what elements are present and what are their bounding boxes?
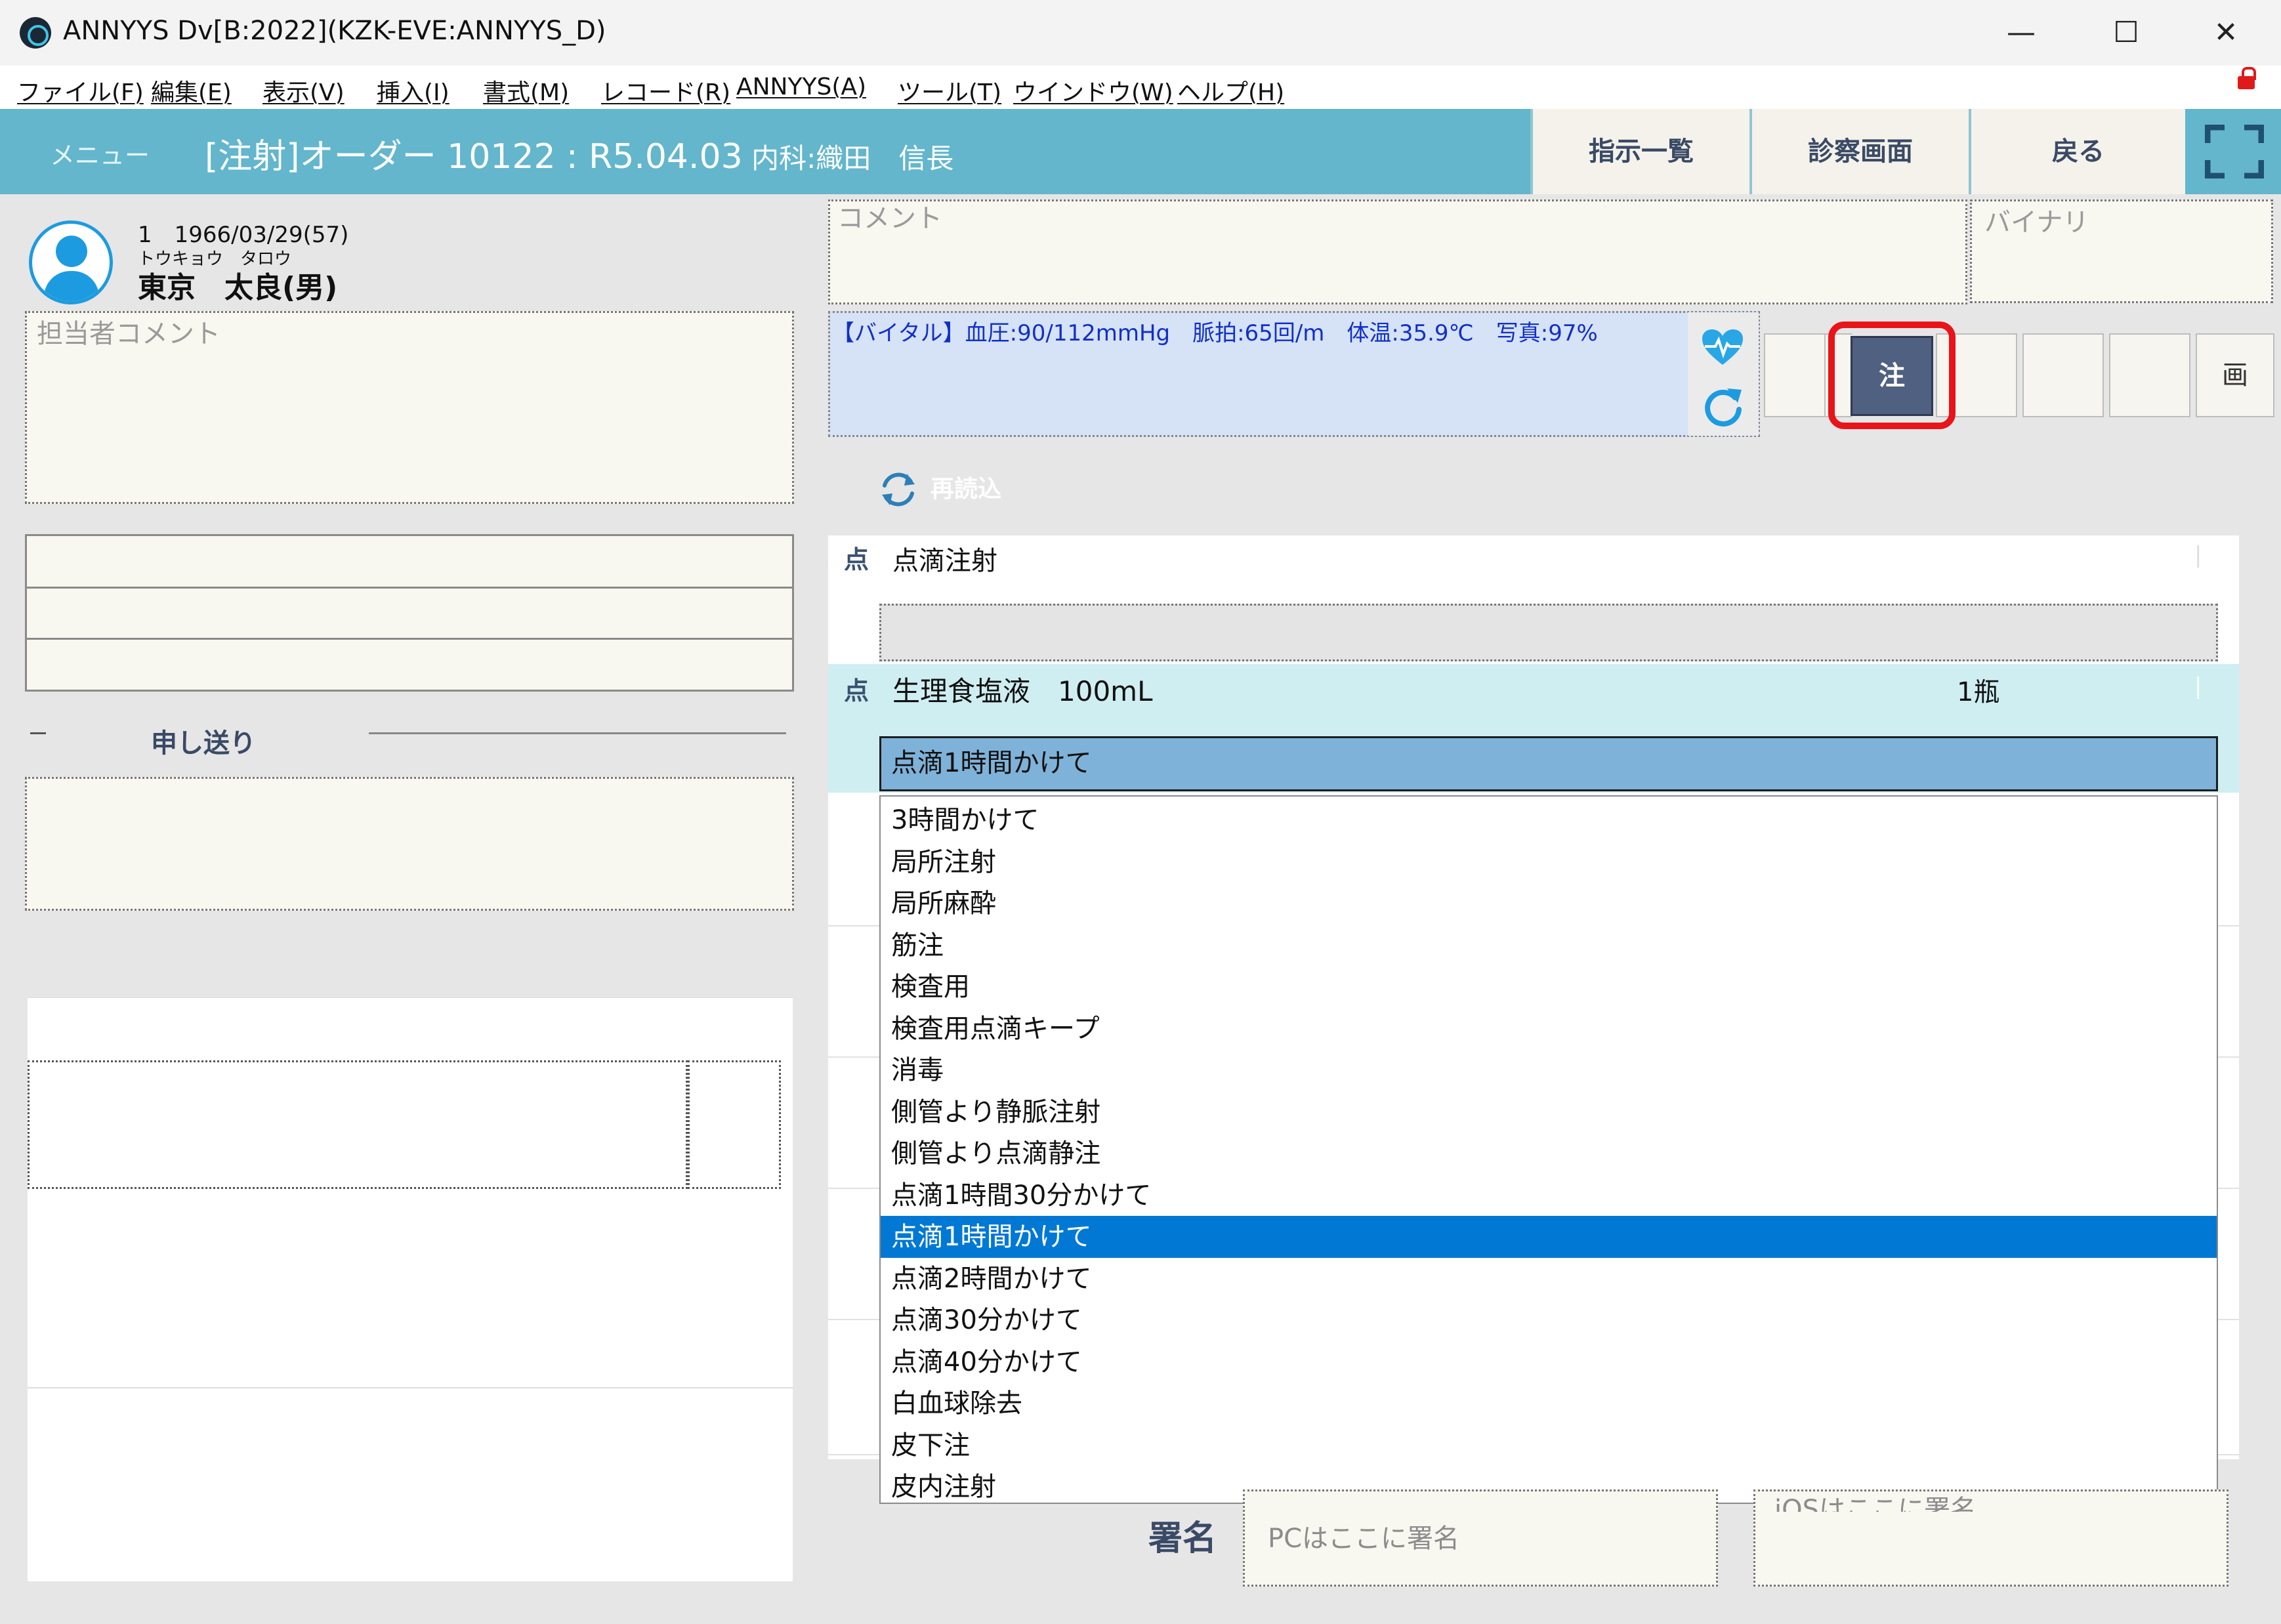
minimize-button[interactable]: — bbox=[1995, 13, 2047, 52]
dropdown-option[interactable]: 局所麻酔 bbox=[881, 883, 2217, 925]
patient-info-rows bbox=[25, 534, 794, 692]
menu-help[interactable]: ヘルプ(H) bbox=[1177, 73, 1284, 108]
comment-placeholder: コメント bbox=[837, 203, 942, 234]
menu-record[interactable]: レコード(R) bbox=[601, 73, 730, 108]
left-lower-cell[interactable] bbox=[28, 1060, 688, 1189]
app-logo-icon bbox=[20, 17, 51, 49]
patient-id-birthdate: 1 1966/03/29(57) bbox=[138, 222, 349, 248]
dropdown-option[interactable]: 白血球除去 bbox=[881, 1383, 2217, 1425]
tool-button-5[interactable] bbox=[2109, 333, 2190, 417]
unlock-icon[interactable] bbox=[2238, 67, 2256, 89]
order-type-mark: 点 bbox=[844, 545, 869, 574]
dropdown-option[interactable]: 側管より点滴静注 bbox=[881, 1133, 2217, 1175]
dropdown-option[interactable]: 検査用点滴キープ bbox=[881, 1008, 2217, 1050]
binary-placeholder: バイナリ bbox=[1984, 207, 2089, 238]
info-row-3[interactable] bbox=[27, 638, 792, 691]
menu-window[interactable]: ウインドウ(W) bbox=[1013, 73, 1173, 108]
dropdown-option[interactable]: 検査用 bbox=[881, 966, 2217, 1008]
left-lower-cell-small[interactable] bbox=[688, 1060, 781, 1189]
reload-icon[interactable] bbox=[878, 470, 919, 509]
dropdown-option[interactable]: 点滴30分かけて bbox=[881, 1299, 2217, 1341]
menu-edit[interactable]: 編集(E) bbox=[151, 73, 232, 108]
handover-field[interactable] bbox=[25, 777, 794, 911]
highlight-annotation bbox=[1828, 322, 1956, 429]
dropdown-option[interactable]: 皮下注 bbox=[881, 1425, 2217, 1467]
menu-view[interactable]: 表示(V) bbox=[262, 73, 345, 108]
avatar bbox=[29, 220, 113, 304]
pc-signature-placeholder: PCはここに署名 bbox=[1268, 1524, 1460, 1554]
reload-label[interactable]: 再読込 bbox=[931, 470, 1001, 504]
dropdown-option[interactable]: 点滴40分かけて bbox=[881, 1341, 2217, 1383]
exam-screen-button[interactable]: 診察画面 bbox=[1749, 109, 1969, 194]
order-row-end: | bbox=[2194, 542, 2202, 568]
image-button[interactable]: 画 bbox=[2196, 333, 2274, 417]
info-row-1[interactable] bbox=[27, 536, 792, 589]
patient-name: 東京 太良(男) bbox=[138, 271, 338, 304]
dropdown-option[interactable]: 点滴1時間30分かけて bbox=[881, 1175, 2217, 1217]
ios-signature-placeholder: iOSはここに署名 bbox=[1774, 1495, 1977, 1512]
instruction-list-button[interactable]: 指示一覧 bbox=[1530, 109, 1749, 194]
staff-comment-placeholder: 担当者コメント bbox=[37, 319, 220, 349]
back-button[interactable]: 戻る bbox=[1969, 109, 2185, 194]
menu-format[interactable]: 書式(M) bbox=[483, 73, 569, 108]
menu-file[interactable]: ファイル(F) bbox=[17, 73, 144, 108]
handover-divider bbox=[369, 732, 786, 734]
vital-signs-text: 【バイタル】血圧:90/112mmHg 脈拍:65回/m 体温:35.9℃ 写真… bbox=[832, 320, 1598, 346]
fullscreen-icon bbox=[2205, 125, 2264, 178]
tool-button-4[interactable] bbox=[2022, 333, 2104, 417]
dropdown-option[interactable]: 点滴2時間かけて bbox=[881, 1258, 2217, 1300]
dropdown-option[interactable]: 筋注 bbox=[881, 925, 2217, 967]
menu-link[interactable]: メニュー bbox=[50, 135, 150, 171]
order-row-end: | bbox=[2194, 673, 2202, 699]
tool-button-1[interactable] bbox=[1764, 333, 1826, 417]
refresh-icon[interactable] bbox=[1702, 383, 1744, 428]
page-title-main: [注射]オーダー 10122 : R5.04.03 bbox=[205, 137, 743, 177]
dropdown-option[interactable]: 点滴1時間かけて bbox=[881, 1216, 2217, 1258]
info-row-2[interactable] bbox=[27, 587, 792, 640]
menu-insert[interactable]: 挿入(I) bbox=[377, 73, 450, 108]
handover-label: 申し送り bbox=[151, 728, 256, 759]
window-title: ANNYYS Dv[B:2022](KZK-EVE:ANNYYS_D) bbox=[63, 16, 606, 46]
menu-annyys[interactable]: ANNYYS(A) bbox=[736, 73, 866, 100]
dropdown-option[interactable]: 側管より静脈注射 bbox=[881, 1091, 2217, 1133]
order-name[interactable]: 点滴注射 bbox=[892, 539, 997, 577]
order-type-mark: 点 bbox=[844, 677, 869, 705]
administration-method-dropdown[interactable]: 3時間かけて 局所注射 局所麻酔 筋注 検査用 検査用点滴キープ 消毒 側管より静脈注射 側管よ… bbox=[879, 795, 2218, 1504]
dropdown-option[interactable]: 消毒 bbox=[881, 1049, 2217, 1091]
menu-tools[interactable]: ツール(T) bbox=[898, 73, 1001, 108]
handover-collapse-toggle[interactable] bbox=[30, 732, 46, 734]
order-drug-name[interactable]: 生理食塩液 100mL bbox=[892, 669, 1152, 709]
page-title: [注射]オーダー 10122 : R5.04.03 内科:織田 信長 bbox=[205, 129, 953, 178]
heart-pulse-icon[interactable] bbox=[1701, 328, 1744, 366]
administration-method-value: 点滴1時間かけて bbox=[891, 748, 1092, 778]
maximize-icon: ☐ bbox=[2113, 16, 2139, 49]
dropdown-option[interactable]: 局所注射 bbox=[881, 841, 2217, 883]
left-lower-divider bbox=[28, 1387, 793, 1388]
comment-field[interactable] bbox=[828, 199, 1967, 304]
close-button[interactable]: ✕ bbox=[2200, 13, 2252, 52]
signature-label: 署名 bbox=[1148, 1519, 1217, 1558]
order-quantity[interactable]: 1瓶 bbox=[1957, 671, 1999, 709]
dropdown-option[interactable]: 3時間かけて bbox=[881, 799, 2217, 841]
page-title-doctor: 内科:織田 信長 bbox=[742, 142, 954, 175]
order-comment-field[interactable] bbox=[879, 604, 2218, 661]
